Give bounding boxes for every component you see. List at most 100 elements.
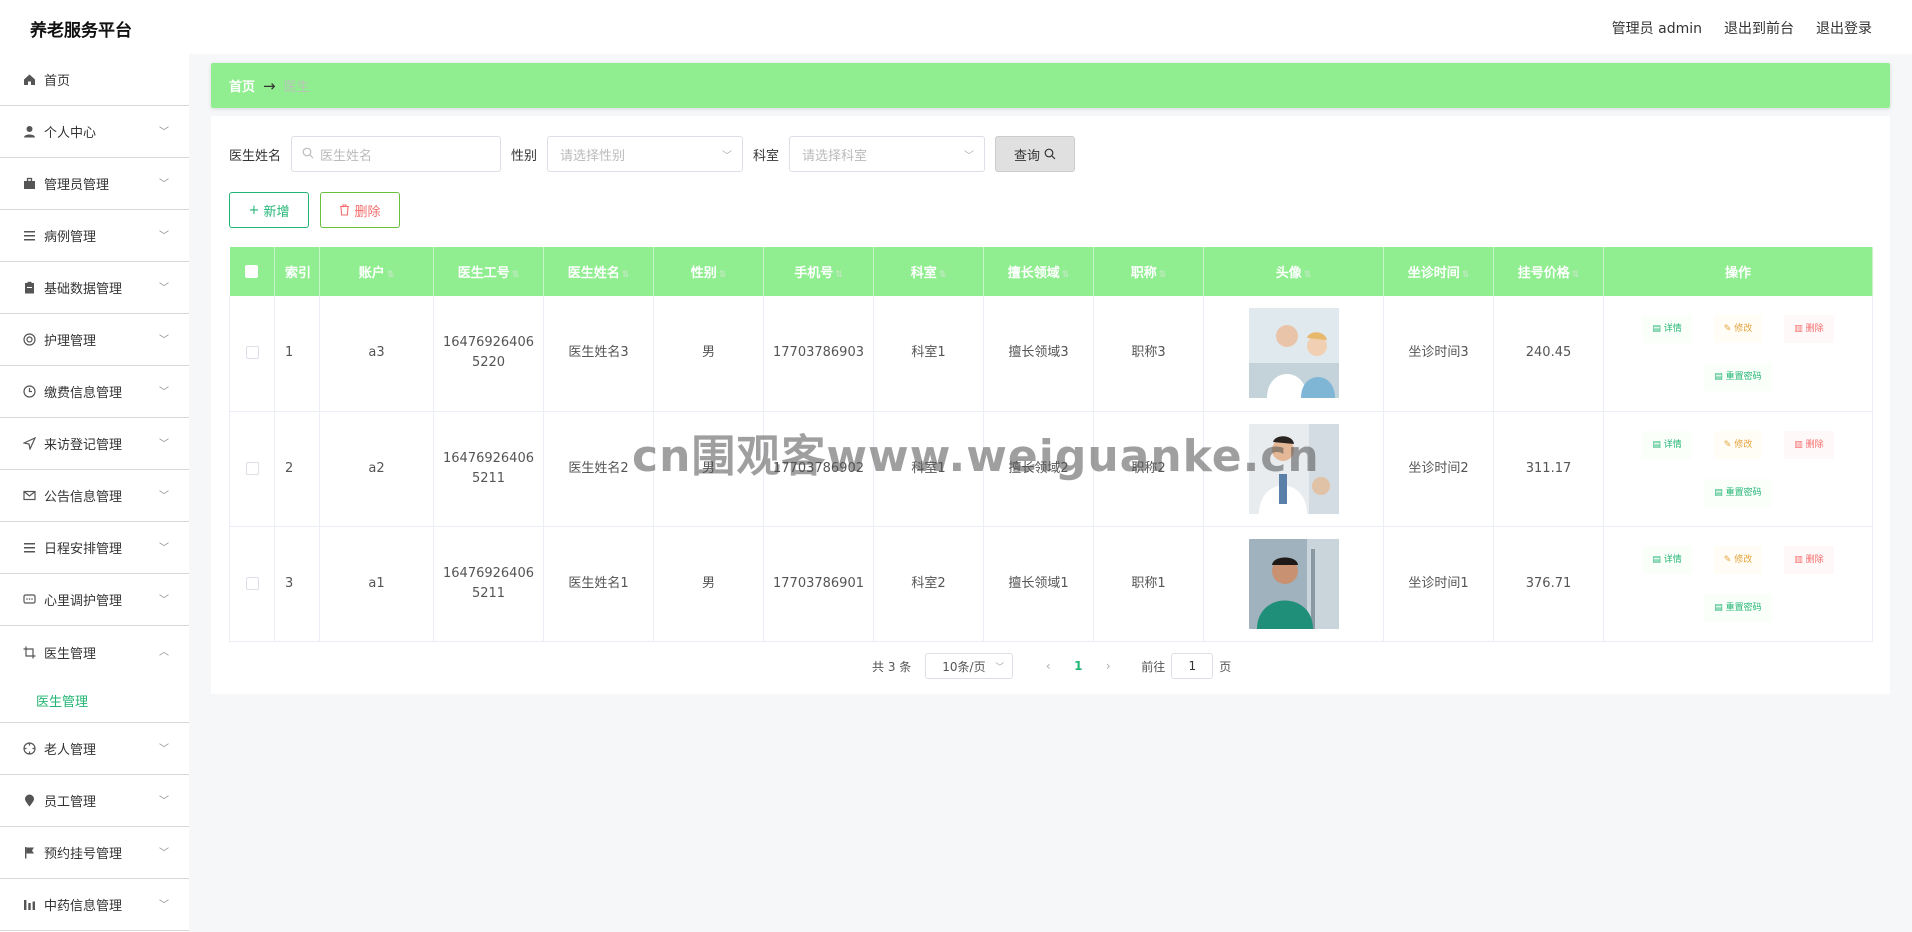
cell-clinic-time: 坐诊时间1 (1383, 526, 1494, 642)
sidebar-item-psych-care-management[interactable]: 心里调护管理 ﹀ (0, 574, 189, 626)
document-icon: ▤ (1714, 487, 1726, 498)
search-icon (302, 147, 314, 162)
cell-expertise: 擅长领域1 (983, 526, 1094, 642)
page-number-current[interactable]: 1 (1063, 659, 1093, 673)
sidebar-item-schedule-management[interactable]: 日程安排管理 ﹀ (0, 522, 189, 574)
cell-account: a2 (319, 411, 434, 527)
target-icon (22, 333, 36, 347)
exit-to-front-link[interactable]: 退出到前台 (1724, 18, 1794, 38)
sidebar: 首页 个人中心 ﹀ 管理员管理 ﹀ 病例管理 ﹀ 基础数据管理 ﹀ 护理管理 ﹀ (0, 54, 189, 932)
top-links: 管理员 admin 退出到前台 退出登录 (1612, 18, 1872, 38)
column-header-account[interactable]: 账户 ⇅ (319, 247, 434, 296)
edit-icon: ✎ (1723, 324, 1735, 335)
column-header-department[interactable]: 科室 ⇅ (873, 247, 984, 296)
edit-button[interactable]: ✎ 修改 (1713, 430, 1763, 459)
sidebar-item-payment-management[interactable]: 缴费信息管理 ﹀ (0, 366, 189, 418)
row-checkbox-cell[interactable] (229, 411, 275, 527)
doctor-name-input[interactable]: 医生姓名 (291, 136, 502, 172)
cell-gender: 男 (653, 526, 764, 642)
logout-link[interactable]: 退出登录 (1816, 18, 1872, 38)
delete-button[interactable]: 删除 (320, 192, 400, 228)
page-size-select[interactable]: 10条/页 ﹀ (925, 653, 1014, 679)
sidebar-subitem-doctor-management[interactable]: 医生管理 (0, 678, 189, 723)
goto-page-input[interactable] (1171, 653, 1214, 679)
edit-button[interactable]: ✎ 修改 (1713, 545, 1763, 574)
sidebar-item-label: 病例管理 (44, 230, 97, 245)
sidebar-item-case-management[interactable]: 病例管理 ﹀ (0, 210, 189, 262)
sidebar-item-admin-management[interactable]: 管理员管理 ﹀ (0, 158, 189, 210)
query-button[interactable]: 查询 (995, 136, 1076, 172)
plus-icon: + (248, 202, 260, 218)
cell-expertise: 擅长领域3 (983, 296, 1094, 412)
row-checkbox[interactable] (245, 461, 259, 475)
cell-expertise: 擅长领域2 (983, 411, 1094, 527)
sidebar-item-notice-management[interactable]: 公告信息管理 ﹀ (0, 470, 189, 522)
delete-row-button[interactable]: ▥ 删除 (1784, 545, 1834, 574)
sidebar-item-appointment-management[interactable]: 预约挂号管理 ﹀ (0, 827, 189, 879)
sidebar-item-staff-management[interactable]: 员工管理 ﹀ (0, 775, 189, 827)
bar-chart-icon (22, 898, 36, 912)
detail-button[interactable]: ▤ 详情 (1642, 315, 1692, 344)
column-header-clinic-time[interactable]: 坐诊时间 ⇅ (1383, 247, 1494, 296)
detail-button[interactable]: ▤ 详情 (1642, 430, 1692, 459)
cell-doctor-no: 164769264065211 (433, 411, 544, 527)
column-header-doctor-no[interactable]: 医生工号 ⇅ (433, 247, 544, 296)
reset-password-button[interactable]: ▤ 重置密码 (1704, 478, 1772, 507)
sort-icon: ⇅ (1571, 270, 1580, 280)
send-icon (22, 437, 36, 451)
reset-password-button[interactable]: ▤ 重置密码 (1704, 363, 1772, 392)
delete-row-button[interactable]: ▥ 删除 (1784, 430, 1834, 459)
detail-button[interactable]: ▤ 详情 (1642, 545, 1692, 574)
cell-clinic-time: 坐诊时间3 (1383, 296, 1494, 412)
table-row: 3 a1 164769264065211 医生姓名1 男 17703786901… (229, 526, 1873, 642)
gender-placeholder: 请选择性别 (560, 148, 626, 164)
column-header-avatar[interactable]: 头像 ⇅ (1203, 247, 1384, 296)
sidebar-item-doctor-management[interactable]: 医生管理 ︿ (0, 626, 189, 678)
cell-account: a1 (319, 526, 434, 642)
sidebar-item-herbal-medicine-management[interactable]: 中药信息管理 ﹀ (0, 879, 189, 931)
mail-icon (22, 489, 36, 503)
query-button-label: 查询 (1014, 148, 1041, 164)
column-header-expertise[interactable]: 擅长领域 ⇅ (983, 247, 1094, 296)
chevron-down-icon: ﹀ (159, 283, 169, 294)
cell-phone: 17703786903 (763, 296, 874, 412)
sidebar-item-basic-data-management[interactable]: 基础数据管理 ﹀ (0, 262, 189, 314)
column-header-doctor-name[interactable]: 医生姓名 ⇅ (543, 247, 654, 296)
breadcrumb-home-link[interactable]: 首页 (229, 76, 255, 95)
edit-button[interactable]: ✎ 修改 (1713, 315, 1763, 344)
sidebar-item-elder-management[interactable]: 老人管理 ﹀ (0, 723, 189, 775)
row-checkbox[interactable] (245, 576, 259, 590)
sidebar-item-nursing-management[interactable]: 护理管理 ﹀ (0, 314, 189, 366)
gender-select[interactable]: 请选择性别 ﹀ (547, 136, 744, 172)
reset-password-button[interactable]: ▤ 重置密码 (1704, 593, 1772, 622)
top-bar: 养老服务平台 管理员 admin 退出到前台 退出登录 (0, 0, 1912, 54)
column-header-title[interactable]: 职称 ⇅ (1093, 247, 1204, 296)
sidebar-item-visitor-management[interactable]: 来访登记管理 ﹀ (0, 418, 189, 470)
page-size-value: 10条/页 (942, 659, 986, 674)
select-all-checkbox[interactable] (245, 265, 259, 278)
row-checkbox[interactable] (245, 346, 259, 360)
chevron-down-icon: ﹀ (159, 543, 169, 554)
select-all-checkbox-cell[interactable] (229, 247, 275, 296)
search-form: 医生姓名 医生姓名 性别 请选择性别 ﹀ 科室 请选择科室 ﹀ 查询 (229, 136, 1076, 172)
admin-user-link[interactable]: 管理员 admin (1612, 18, 1702, 38)
cell-doctor-no: 164769264065220 (433, 296, 544, 412)
row-checkbox-cell[interactable] (229, 296, 275, 412)
column-header-gender[interactable]: 性别 ⇅ (653, 247, 764, 296)
delete-row-button[interactable]: ▥ 删除 (1784, 315, 1834, 344)
column-header-price[interactable]: 挂号价格 ⇅ (1493, 247, 1604, 296)
row-checkbox-cell[interactable] (229, 526, 275, 642)
sidebar-item-personal-center[interactable]: 个人中心 ﹀ (0, 106, 189, 158)
sort-icon: ⇅ (938, 270, 947, 280)
gender-label: 性别 (511, 148, 538, 164)
crop-icon (22, 645, 36, 659)
add-button[interactable]: + 新增 (229, 192, 309, 228)
next-page-button[interactable]: › (1093, 659, 1123, 673)
action-buttons: + 新增 删除 (229, 192, 400, 228)
flag-icon (22, 846, 36, 860)
cell-clinic-time: 坐诊时间2 (1383, 411, 1494, 527)
department-select[interactable]: 请选择科室 ﹀ (789, 136, 986, 172)
prev-page-button[interactable]: ‹ (1033, 659, 1063, 673)
column-header-phone[interactable]: 手机号 ⇅ (763, 247, 874, 296)
sidebar-item-home[interactable]: 首页 (0, 54, 189, 106)
